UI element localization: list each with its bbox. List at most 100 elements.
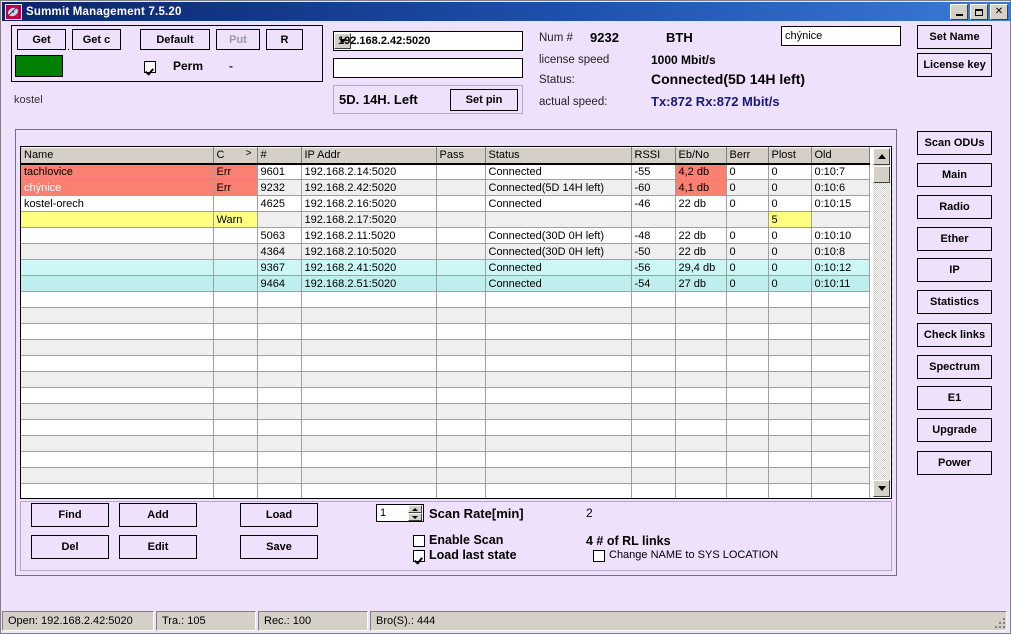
sidebar-check-links-button[interactable]: Check links [917, 323, 992, 347]
sidebar-upgrade-button[interactable]: Upgrade [917, 418, 992, 442]
table-row-empty[interactable] [21, 339, 870, 356]
table-row-empty[interactable] [21, 403, 870, 420]
edit-button[interactable]: Edit [119, 535, 197, 559]
column-header-rssi[interactable]: RSSI [631, 147, 676, 165]
cell-empty [726, 387, 769, 404]
bth-value: BTH [666, 30, 693, 45]
column-header-ip[interactable]: IP Addr [301, 147, 437, 165]
cell-empty [213, 467, 258, 484]
table-row-empty[interactable] [21, 323, 870, 340]
cell-empty [631, 387, 676, 404]
load-last-state-checkbox[interactable] [413, 550, 425, 562]
scrollbar-track[interactable] [873, 165, 890, 480]
cell-name: chýnice [21, 179, 214, 196]
get-c-button[interactable]: Get c [72, 29, 121, 50]
sidebar-ether-button[interactable]: Ether [917, 227, 992, 251]
column-header-berr[interactable]: Berr [726, 147, 769, 165]
links-table-container[interactable]: Name C > # IP Addr Pass Status RSSI Eb/N… [20, 146, 892, 499]
load-button[interactable]: Load [240, 503, 318, 527]
set-pin-button[interactable]: Set pin [450, 89, 518, 111]
cell-ip: 192.168.2.51:5020 [301, 275, 437, 292]
sidebar-power-button[interactable]: Power [917, 451, 992, 475]
r-button[interactable]: R [266, 29, 303, 50]
sidebar-statistics-button[interactable]: Statistics [917, 290, 992, 314]
command-text-input[interactable] [333, 58, 523, 78]
table-row-empty[interactable] [21, 419, 870, 436]
resize-grip-icon[interactable] [993, 616, 1007, 630]
status-value: Connected(5D 14H left) [651, 71, 806, 87]
stepper-buttons[interactable] [408, 505, 422, 521]
table-row[interactable]: chýnice Err 9232 192.168.2.42:5020 Connected… [21, 179, 870, 196]
sidebar-radio-button[interactable]: Radio [917, 195, 992, 219]
cell-empty [811, 307, 870, 324]
column-header-status[interactable]: Status [485, 147, 632, 165]
maximize-button[interactable] [970, 4, 988, 20]
status-open-cell: Open: 192.168.2.42:5020 [2, 611, 154, 631]
column-header-c[interactable]: C > [213, 147, 258, 165]
stepper-down-icon[interactable] [408, 513, 422, 521]
table-row-empty[interactable] [21, 387, 870, 404]
cell-empty [675, 339, 727, 356]
enable-scan-checkbox[interactable] [413, 535, 425, 547]
table-row-empty[interactable] [21, 291, 870, 308]
sidebar-e1-button[interactable]: E1 [917, 386, 992, 410]
table-row[interactable]: 4364 192.168.2.10:5020 Connected(30D 0H le… [21, 243, 870, 260]
table-row-empty[interactable] [21, 467, 870, 484]
add-button[interactable]: Add [119, 503, 197, 527]
table-row[interactable]: kostel-orech 4625 192.168.2.16:5020 Connect… [21, 195, 870, 212]
find-button[interactable]: Find [31, 503, 109, 527]
minimize-button[interactable] [950, 4, 968, 20]
cell-empty [768, 467, 812, 484]
cell-empty [21, 323, 214, 340]
column-header-plost[interactable]: Plost [768, 147, 812, 165]
column-header-old[interactable]: Old [811, 147, 870, 165]
sidebar-set-name-button[interactable]: Set Name [917, 25, 992, 49]
cell-rssi: -50 [631, 243, 676, 260]
stepper-up-icon[interactable] [408, 505, 422, 513]
table-row-empty[interactable] [21, 307, 870, 324]
table-row[interactable]: 5063 192.168.2.11:5020 Connected(30D 0H le… [21, 227, 870, 244]
table-row[interactable]: 9367 192.168.2.41:5020 Connected -56 29,4 db… [21, 259, 870, 276]
save-button[interactable]: Save [240, 535, 318, 559]
cell-empty [485, 307, 632, 324]
perm-checkbox[interactable] [144, 61, 156, 73]
table-row-empty[interactable] [21, 451, 870, 468]
cell-ebno: 4,1 db [675, 179, 727, 196]
close-button[interactable]: ✕ [990, 4, 1008, 20]
column-header-ebno[interactable]: Eb/No [675, 147, 727, 165]
cell-ip: 192.168.2.11:5020 [301, 227, 437, 244]
del-button[interactable]: Del [31, 535, 109, 559]
scan-rate-stepper[interactable]: 1 [376, 504, 424, 522]
default-button[interactable]: Default [140, 29, 210, 50]
table-row-empty[interactable] [21, 435, 870, 452]
get-button[interactable]: Get [17, 29, 66, 50]
sidebar-license-key-button[interactable]: License key [917, 53, 992, 77]
column-header-name[interactable]: Name [21, 147, 214, 165]
cell-ebno: 4,2 db [675, 163, 727, 180]
scroll-up-arrow-icon[interactable] [873, 148, 890, 165]
scroll-down-arrow-icon[interactable] [873, 480, 890, 497]
put-button[interactable]: Put [216, 29, 260, 50]
sidebar-spectrum-button[interactable]: Spectrum [917, 355, 992, 379]
sidebar-scan-odus-button[interactable]: Scan ODUs [917, 131, 992, 155]
cell-empty [436, 435, 486, 452]
table-vertical-scrollbar[interactable] [873, 148, 890, 497]
column-header-number[interactable]: # [257, 147, 302, 165]
scrollbar-thumb[interactable] [873, 166, 890, 183]
sidebar-main-button[interactable]: Main [917, 163, 992, 187]
cell-empty [213, 419, 258, 436]
change-name-checkbox[interactable] [593, 550, 605, 562]
sidebar-ip-button[interactable]: IP [917, 258, 992, 282]
station-name-input[interactable]: chýnice [781, 26, 901, 46]
ip-address-combobox[interactable]: 192.168.2.42:5020 [333, 31, 523, 51]
column-header-pass[interactable]: Pass [436, 147, 486, 165]
enable-scan-label: Enable Scan [429, 533, 504, 547]
cell-old: 0:10:10 [811, 227, 870, 244]
cell-empty [257, 355, 302, 372]
table-row[interactable]: tachlovice Err 9601 192.168.2.14:5020 Connec… [21, 163, 870, 180]
table-row-empty[interactable] [21, 371, 870, 388]
table-row[interactable]: 9464 192.168.2.51:5020 Connected -54 27 db 0 0… [21, 275, 870, 292]
table-row-empty[interactable] [21, 483, 870, 498]
table-row-empty[interactable] [21, 355, 870, 372]
table-row[interactable]: Warn 192.168.2.17:5020 5 [21, 211, 870, 228]
